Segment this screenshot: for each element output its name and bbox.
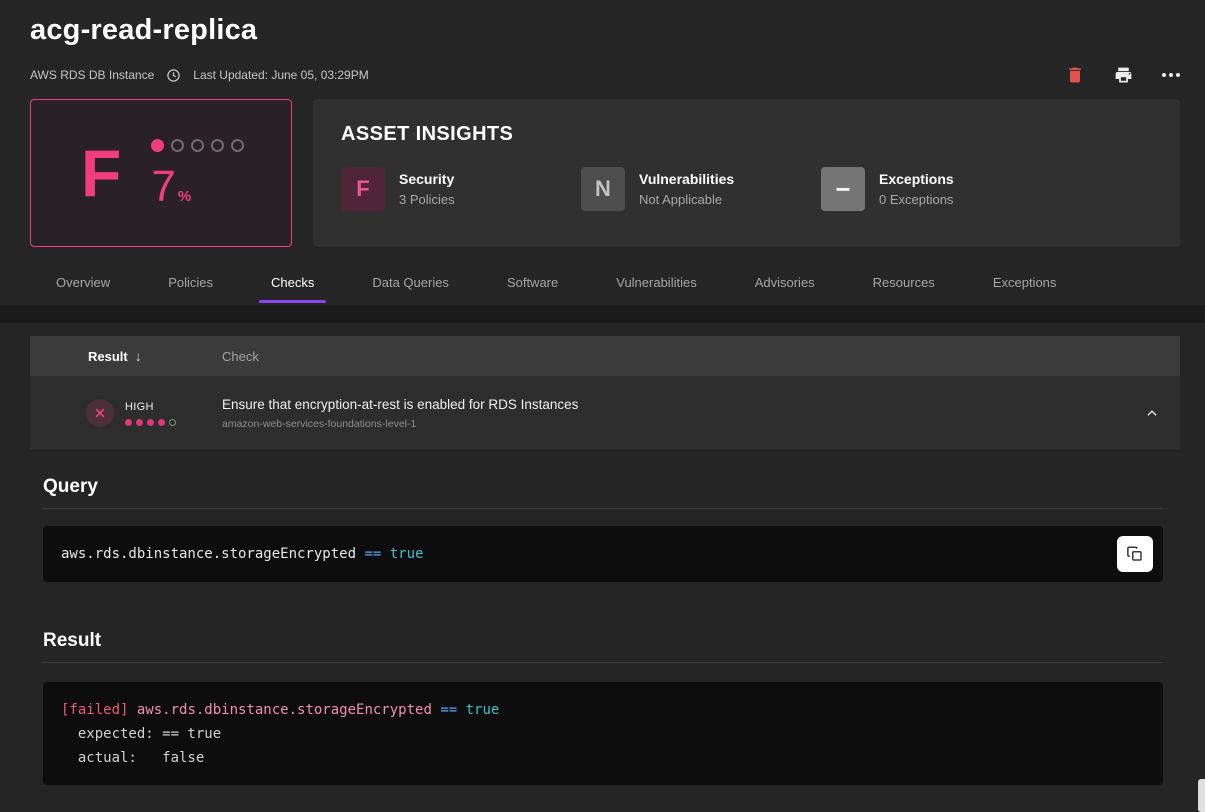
check-policy-name: amazon-web-services-foundations-level-1 (222, 418, 1124, 430)
insight-value: Not Applicable (639, 192, 734, 207)
asset-insights-row: F Security 3 Policies N Vulnerabilities … (341, 167, 1152, 211)
meta-row: AWS RDS DB Instance Last Updated: June 0… (30, 64, 1180, 86)
column-header-result[interactable]: Result ↓ (30, 348, 222, 364)
security-grade-badge: F (341, 167, 385, 211)
result-path: aws.rds.dbinstance.storageEncrypted (137, 702, 432, 718)
insight-vulnerabilities: N Vulnerabilities Not Applicable (581, 167, 821, 211)
last-updated-label: Last Updated: June 05, 03:29PM (193, 68, 368, 82)
check-title-cell: Ensure that encryption-at-rest is enable… (222, 397, 1124, 430)
tab-advisories[interactable]: Advisories (743, 271, 827, 303)
query-path: aws.rds.dbinstance.storageEncrypted (61, 546, 356, 562)
sort-desc-icon: ↓ (135, 348, 142, 364)
chevron-up-icon (1143, 404, 1161, 422)
tab-checks[interactable]: Checks (259, 271, 326, 303)
check-result-cell: HIGH (30, 399, 222, 427)
scrollbar-thumb[interactable] (1198, 779, 1205, 812)
result-column-label: Result (88, 349, 128, 364)
section-divider (43, 662, 1163, 663)
clock-icon (166, 68, 181, 83)
page-title: acg-read-replica (30, 14, 1180, 47)
query-code-line: aws.rds.dbinstance.storageEncrypted == t… (61, 546, 423, 562)
checks-table: Result ↓ Check HIGH Ensure that encrypti… (30, 336, 1180, 451)
result-code-block: [failed] aws.rds.dbinstance.storageEncry… (43, 682, 1163, 785)
asset-insights-title: ASSET INSIGHTS (341, 123, 1152, 146)
asset-insights-card: ASSET INSIGHTS F Security 3 Policies N V… (313, 99, 1180, 247)
tab-bar: Overview Policies Checks Data Queries So… (0, 271, 1205, 303)
tab-exceptions[interactable]: Exceptions (981, 271, 1069, 303)
score-percent-sign: % (178, 188, 191, 205)
delete-button[interactable] (1065, 65, 1085, 85)
tab-vulnerabilities[interactable]: Vulnerabilities (604, 271, 708, 303)
insight-security: F Security 3 Policies (341, 167, 581, 211)
result-section-heading: Result (43, 630, 1163, 652)
summary-cards-row: F 7 % ASSET INSIGHTS F Security 3 Polici… (30, 99, 1180, 247)
insight-label: Security (399, 171, 455, 187)
query-value: true (390, 546, 424, 562)
vulnerabilities-grade-badge: N (581, 167, 625, 211)
print-button[interactable] (1113, 65, 1134, 86)
query-section-heading: Query (43, 476, 1163, 498)
column-header-check: Check (222, 349, 1124, 364)
severity-stack: HIGH (125, 401, 176, 426)
more-options-button[interactable] (1162, 73, 1180, 77)
insight-label: Exceptions (879, 171, 954, 187)
printer-icon (1113, 65, 1134, 86)
tab-bar-divider (0, 305, 1205, 323)
collapse-row-button[interactable] (1124, 404, 1180, 422)
score-details: 7 % (151, 137, 244, 209)
query-code-block: aws.rds.dbinstance.storageEncrypted == t… (43, 526, 1163, 582)
result-code-line-1: [failed] aws.rds.dbinstance.storageEncry… (61, 698, 1145, 722)
section-divider (43, 508, 1163, 509)
tab-data-queries[interactable]: Data Queries (360, 271, 461, 303)
page-header: acg-read-replica AWS RDS DB Instance Las… (0, 0, 1205, 86)
copy-query-button[interactable] (1117, 536, 1153, 572)
score-number: 7 (151, 165, 175, 209)
result-status: [failed] (61, 702, 128, 718)
fail-x-icon (86, 399, 114, 427)
check-detail-panel: Query aws.rds.dbinstance.storageEncrypte… (0, 476, 1205, 785)
check-row[interactable]: HIGH Ensure that encryption-at-rest is e… (30, 376, 1180, 451)
check-title: Ensure that encryption-at-rest is enable… (222, 397, 1124, 412)
asset-type-label: AWS RDS DB Instance (30, 68, 154, 82)
result-expected-line: expected: == true (61, 722, 1145, 746)
result-actual-line: actual: false (61, 746, 1145, 770)
query-operator: == (364, 546, 381, 562)
insight-exceptions: − Exceptions 0 Exceptions (821, 167, 1061, 211)
insight-value: 0 Exceptions (879, 192, 954, 207)
asset-detail-page: acg-read-replica AWS RDS DB Instance Las… (0, 0, 1205, 812)
ellipsis-icon (1162, 73, 1180, 77)
tab-resources[interactable]: Resources (861, 271, 947, 303)
severity-dots (125, 419, 176, 426)
tab-overview[interactable]: Overview (44, 271, 122, 303)
trash-icon (1065, 65, 1085, 85)
tab-policies[interactable]: Policies (156, 271, 225, 303)
insight-label: Vulnerabilities (639, 171, 734, 187)
score-dots (151, 139, 244, 152)
checks-table-header: Result ↓ Check (30, 336, 1180, 376)
security-score-card: F 7 % (30, 99, 292, 247)
severity-label: HIGH (125, 401, 176, 413)
insight-value: 3 Policies (399, 192, 455, 207)
exceptions-grade-badge: − (821, 167, 865, 211)
tab-software[interactable]: Software (495, 271, 570, 303)
header-actions (1065, 65, 1180, 86)
result-operator: == (440, 702, 457, 718)
copy-icon (1126, 545, 1144, 563)
result-value: true (466, 702, 500, 718)
grade-letter: F (81, 140, 121, 206)
score-value: 7 % (151, 165, 244, 209)
